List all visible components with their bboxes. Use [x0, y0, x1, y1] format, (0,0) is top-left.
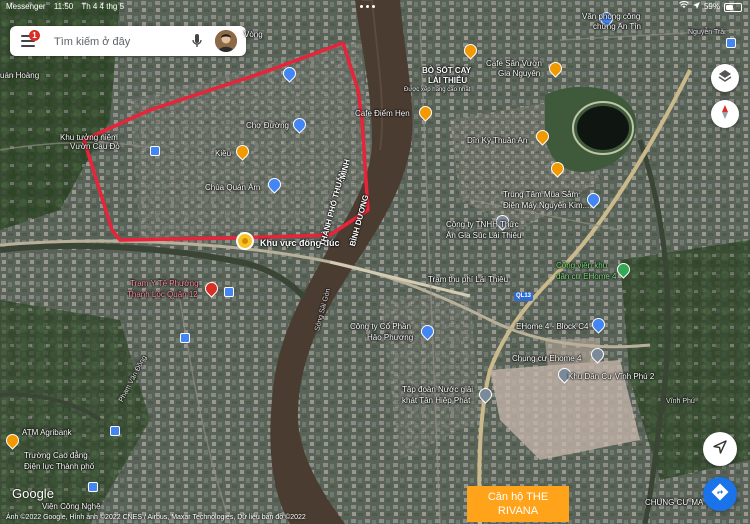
compass-icon: [719, 104, 731, 125]
map-label[interactable]: Công ty Cổ Phần: [350, 322, 411, 331]
map-label[interactable]: Thạnh Lộc Quận 12: [127, 290, 198, 299]
wifi-icon: [678, 0, 689, 14]
map-label[interactable]: Vườn Cau Đỏ: [70, 142, 120, 151]
compass-button[interactable]: [711, 100, 739, 128]
map-label[interactable]: Khu tưởng niệm: [60, 133, 118, 142]
map-label[interactable]: Hảo Phương: [367, 333, 413, 342]
map-label[interactable]: Ăn Gia Súc Lái Thiêu: [446, 231, 521, 240]
multitask-dots[interactable]: [360, 5, 388, 8]
avatar[interactable]: [215, 30, 237, 52]
bus-stop-icon[interactable]: [88, 482, 98, 492]
bus-stop-icon[interactable]: [726, 38, 736, 48]
my-location-button[interactable]: [703, 432, 737, 466]
layers-icon: [717, 68, 733, 89]
my-location-icon: [712, 439, 728, 460]
map-label[interactable]: dân cư EHome 4: [556, 272, 617, 281]
map-label: Được xếp hạng cao nhất: [404, 87, 471, 93]
map-label[interactable]: Kiều: [215, 149, 231, 158]
crowded-area-icon[interactable]: [236, 232, 254, 250]
location-arrow-icon: [692, 0, 700, 14]
street-label: Nguyễn Trãi: [688, 29, 726, 36]
project-label-line1: Căn hộ THE: [487, 491, 549, 503]
bus-stop-icon[interactable]: [224, 287, 234, 297]
battery-percent: 59%: [703, 2, 720, 11]
satellite-map[interactable]: [0, 0, 750, 524]
directions-icon: [711, 483, 729, 506]
map-label[interactable]: Cafe Điểm Hẹn: [355, 109, 410, 118]
map-label[interactable]: Vòng: [244, 30, 263, 39]
highway-shield: QL13: [514, 292, 534, 301]
map-label[interactable]: Chợ Đường: [246, 121, 289, 130]
map-label[interactable]: Dĩn Ký Thuận An: [467, 136, 527, 145]
map-label[interactable]: Điện Máy Nguyễn Kim...: [503, 201, 589, 210]
project-label-box: Căn hộ THE RIVANA: [467, 486, 569, 522]
map-label[interactable]: khát Tân Hiệp Phát: [402, 396, 470, 405]
map-label[interactable]: Công viên khu: [556, 261, 607, 270]
map-label[interactable]: Trung Tâm Mua Sắm: [503, 190, 578, 199]
map-label[interactable]: Trạm Y Tế Phường: [130, 279, 199, 288]
map-label[interactable]: Cafe Sân Vườn: [486, 59, 542, 68]
bus-stop-icon[interactable]: [110, 426, 120, 436]
map-label[interactable]: BÒ SỐT CAY: [422, 66, 471, 75]
google-logo: Google: [12, 486, 54, 501]
search-bar[interactable]: 1: [10, 26, 246, 56]
bus-stop-icon[interactable]: [180, 333, 190, 343]
back-app-label[interactable]: Messenger: [6, 2, 46, 11]
status-date: Th 4 4 thg 5: [81, 2, 125, 11]
map-label[interactable]: EHome 4 - Block C4: [516, 322, 588, 331]
map-label[interactable]: Viện Công Nghệ: [42, 502, 101, 511]
map-label[interactable]: chứng An Tín: [593, 22, 641, 31]
map-attribution: Ảnh ©2022 Google, Hình ảnh ©2022 CNES / …: [6, 514, 306, 521]
layers-button[interactable]: [711, 64, 739, 92]
project-label-line2: RIVANA: [497, 505, 539, 517]
map-label[interactable]: Trường Cao đẳng: [24, 451, 88, 460]
map-label[interactable]: uán Hoàng: [0, 71, 39, 80]
map-label[interactable]: Khu Dân Cư Vĩnh Phú 2: [568, 372, 654, 381]
street-label: Vĩnh Phú: [666, 398, 695, 405]
map-label[interactable]: Văn phòng công: [582, 12, 640, 21]
map-label[interactable]: Trạm thu phí Lái Thiêu: [428, 275, 508, 284]
map-label[interactable]: Gia Nguyên: [498, 69, 540, 78]
map-label[interactable]: Chung cư Ehome 4: [512, 354, 581, 363]
map-label[interactable]: LÁI THIÊU: [428, 76, 467, 85]
notification-badge: 1: [29, 30, 40, 41]
directions-button[interactable]: [703, 477, 737, 511]
map-label[interactable]: ATM Agribank: [22, 428, 72, 437]
status-time: 11:50: [53, 2, 74, 11]
battery-icon: [724, 2, 742, 12]
map-label[interactable]: CHUNG CƯ MA: [645, 498, 703, 507]
map-label[interactable]: Chùa Quán Âm: [205, 183, 260, 192]
map-label[interactable]: Điện lực Thành phố: [24, 462, 94, 471]
map-label[interactable]: Tập đoàn Nước giải: [402, 385, 473, 394]
microphone-icon[interactable]: [192, 33, 202, 54]
map-label[interactable]: Công ty TNHH Thức: [446, 220, 519, 229]
bus-stop-icon[interactable]: [150, 146, 160, 156]
search-input[interactable]: [52, 32, 186, 52]
